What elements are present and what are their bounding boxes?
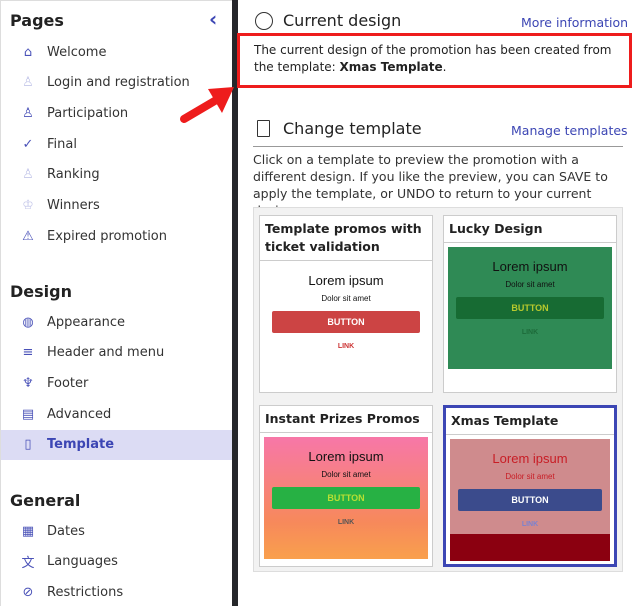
file-icon bbox=[257, 120, 270, 137]
sidebar-item-languages[interactable]: 文 Languages bbox=[1, 547, 233, 577]
preview-button: BUTTON bbox=[458, 489, 602, 511]
section-design-title: Design bbox=[10, 282, 72, 301]
sidebar-item-header-and-menu[interactable]: ≡ Header and menu bbox=[1, 338, 233, 368]
current-design-title: Current design bbox=[283, 11, 402, 30]
preview-subtitle: Dolor sit amet bbox=[321, 470, 371, 479]
sidebar-item-label: Header and menu bbox=[47, 345, 165, 361]
template-preview: Lorem ipsum Dolor sit amet BUTTON LINK bbox=[264, 261, 428, 383]
check-icon: ✓ bbox=[22, 136, 34, 152]
preview-heading: Lorem ipsum bbox=[308, 449, 384, 464]
sidebar-item-template[interactable]: ▯ Template bbox=[1, 429, 233, 460]
section-general-title: General bbox=[10, 491, 81, 510]
period: . bbox=[442, 60, 447, 74]
section-pages-title: Pages bbox=[10, 11, 64, 30]
sidebar-item-label: Login and registration bbox=[47, 75, 190, 91]
preview-link: LINK bbox=[337, 519, 355, 526]
preview-link: LINK bbox=[521, 329, 539, 336]
sidebar-item-label: Dates bbox=[47, 523, 85, 539]
sidebar-item-label: Advanced bbox=[47, 406, 112, 422]
sidebar-item-label: Template bbox=[47, 437, 115, 453]
user-plus-icon: ♙ bbox=[22, 105, 34, 121]
sidebar-item-advanced[interactable]: ▤ Advanced bbox=[1, 399, 233, 429]
template-card[interactable]: Xmas Template Lorem ipsum Dolor sit amet BU… bbox=[443, 405, 617, 567]
sidebar-item-ranking[interactable]: ♙ Ranking bbox=[1, 160, 233, 190]
template-preview: Lorem ipsum Dolor sit amet BUTTON LINK bbox=[264, 437, 428, 559]
sidebar-item-welcome[interactable]: ⌂ Welcome bbox=[1, 37, 233, 67]
template-name: Template promos with ticket validation bbox=[260, 216, 432, 261]
template-name: Instant Prizes Promos bbox=[260, 406, 432, 433]
trophy-icon: ♔ bbox=[22, 198, 34, 213]
file-icon: ▯ bbox=[24, 437, 32, 453]
current-design-info: The current design of the promotion has … bbox=[237, 33, 632, 88]
preview-link: LINK bbox=[521, 521, 539, 528]
calendar-icon: ▦ bbox=[21, 523, 35, 539]
sidebar-item-label: Footer bbox=[47, 375, 89, 391]
template-card[interactable]: Lucky Design Lorem ipsum Dolor sit amet BUT… bbox=[443, 215, 617, 393]
sidebar-item-expired-promotion[interactable]: ⚠ Expired promotion bbox=[1, 221, 233, 251]
sidebar-item-label: Participation bbox=[47, 105, 129, 121]
preview-heading: Lorem ipsum bbox=[308, 273, 384, 288]
preview-heading: Lorem ipsum bbox=[492, 259, 568, 274]
palette-icon: ◍ bbox=[22, 314, 34, 330]
sidebar-item-label: Appearance bbox=[47, 314, 126, 330]
template-name: Xmas Template bbox=[446, 408, 614, 435]
sidebar-item-appearance[interactable]: ◍ Appearance bbox=[1, 307, 233, 337]
change-template-title: Change template bbox=[283, 119, 422, 138]
sidebar-item-restrictions[interactable]: ⊘ Restrictions bbox=[1, 577, 233, 607]
palette-icon bbox=[255, 12, 273, 30]
sidebar-item-label: Welcome bbox=[47, 44, 107, 60]
sidebar-item-label: Restrictions bbox=[47, 584, 124, 600]
code-file-icon: ▤ bbox=[21, 406, 35, 422]
current-template-name: Xmas Template bbox=[339, 60, 443, 74]
sidebar-item-final[interactable]: ✓ Final bbox=[1, 129, 233, 159]
sidebar-item-label: Winners bbox=[47, 198, 100, 213]
divider bbox=[253, 146, 623, 147]
template-preview: Lorem ipsum Dolor sit amet BUTTON LINK bbox=[448, 247, 612, 369]
preview-subtitle: Dolor sit amet bbox=[505, 280, 555, 289]
sidebar-item-dates[interactable]: ▦ Dates bbox=[1, 516, 233, 546]
user-icon: ♙ bbox=[22, 75, 34, 91]
sidebar-item-winners[interactable]: ♔ Winners bbox=[1, 191, 233, 221]
sidebar-item-label: Final bbox=[47, 136, 77, 152]
users-icon: ♙ bbox=[22, 167, 34, 183]
red-arrow-annotation bbox=[180, 87, 234, 123]
collapse-sidebar-chevron-left-icon[interactable]: ‹ bbox=[209, 7, 217, 31]
menu-icon: ≡ bbox=[22, 345, 34, 361]
sidebar-item-footer[interactable]: ♆ Footer bbox=[1, 368, 233, 398]
preview-subtitle: Dolor sit amet bbox=[505, 472, 555, 481]
template-card[interactable]: Template promos with ticket validation Lo… bbox=[259, 215, 433, 393]
sidebar-item-label: Ranking bbox=[47, 167, 100, 183]
restriction-icon: ⊘ bbox=[22, 584, 34, 600]
translate-icon: 文 bbox=[21, 556, 35, 572]
template-preview: Lorem ipsum Dolor sit amet BUTTON LINK bbox=[450, 439, 610, 561]
warning-icon: ⚠ bbox=[22, 228, 34, 244]
template-card[interactable]: Instant Prizes Promos Lorem ipsum Dolor si… bbox=[259, 405, 433, 567]
preview-button: BUTTON bbox=[272, 311, 420, 333]
preview-button: BUTTON bbox=[272, 487, 420, 509]
sidebar-item-label: Expired promotion bbox=[47, 228, 167, 244]
preview-button: BUTTON bbox=[456, 297, 604, 319]
sidebar-item-label: Languages bbox=[47, 554, 118, 570]
preview-link: LINK bbox=[337, 343, 355, 350]
preview-heading: Lorem ipsum bbox=[492, 451, 568, 466]
template-name: Lucky Design bbox=[444, 216, 616, 243]
more-information-link[interactable]: More information bbox=[521, 15, 628, 30]
home-icon: ⌂ bbox=[23, 44, 33, 60]
preview-subtitle: Dolor sit amet bbox=[321, 294, 371, 303]
footer-icon: ♆ bbox=[22, 375, 34, 391]
manage-templates-link[interactable]: Manage templates bbox=[511, 123, 628, 138]
